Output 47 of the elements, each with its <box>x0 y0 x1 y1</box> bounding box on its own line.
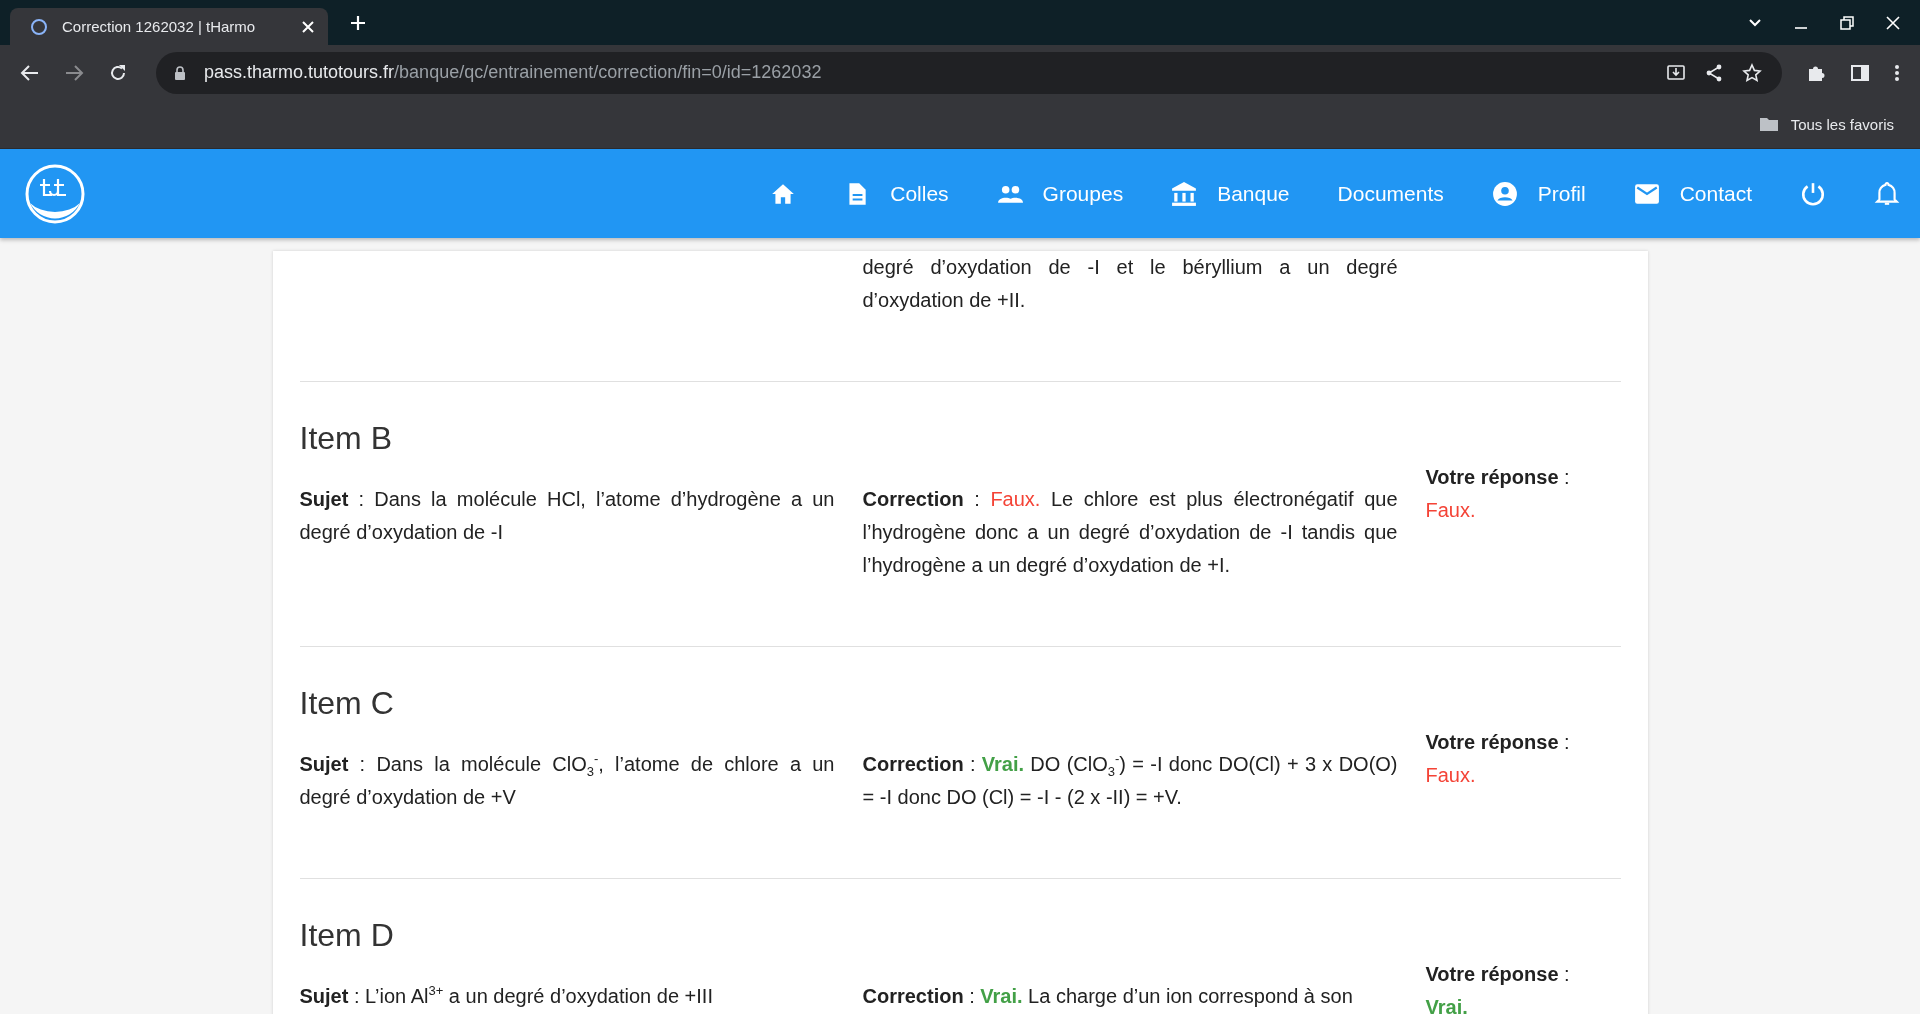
subject-text: Sujet : Dans la molécule ClO$_{3}$$^{-}$, l’atome de chlore a un degré d’oxydation de +V <box>299 750 835 810</box>
item-title: Item C <box>299 685 395 722</box>
bookmark-folder[interactable]: Tous les favoris <box>1758 115 1894 133</box>
close-icon[interactable] <box>302 20 314 33</box>
tab-title: Correction 1262032 | tHarmo <box>62 18 257 35</box>
nav-link[interactable]: Banque <box>1171 180 1290 207</box>
power-icon[interactable] <box>1800 180 1826 207</box>
plus-icon[interactable] <box>350 14 366 31</box>
answer-verdict: Vrai. <box>1425 995 1469 1014</box>
answer-verdict: Faux. <box>1425 498 1477 523</box>
share-icon[interactable] <box>1704 62 1724 83</box>
bank-icon <box>1171 180 1198 207</box>
item-title: Item D <box>299 917 395 954</box>
more-icon[interactable] <box>1894 62 1900 83</box>
account-icon <box>1491 180 1518 207</box>
restore-icon[interactable] <box>1840 15 1854 30</box>
lock-icon <box>174 65 186 80</box>
chevron-down-icon[interactable] <box>1748 17 1762 28</box>
correction-text: Correction : Vrai. DO (ClO$_{3}$$^{-}$) = -I donc DO(Cl) + 3 x DO(O) = -I donc DO (Cl) = -I - (2 x -II) = +V. <box>862 750 1398 810</box>
correction-text: degré d’oxydation de -I et le béryllium a un degré d’oxydation de +II. <box>862 255 1398 313</box>
close-icon[interactable] <box>1886 15 1900 30</box>
folder-icon <box>1758 116 1779 132</box>
subject-text: Sujet : L’ion Al$^{3+}$ a un degré d’oxydation de +III <box>299 982 714 1009</box>
back-icon[interactable] <box>20 62 40 83</box>
address-field[interactable]: pass.tharmo.tutotours.fr/banque/qc/entrainement/correction/fin=0/id=1262032 <box>156 51 1782 94</box>
nav-link[interactable]: Profil <box>1491 180 1586 207</box>
install-icon[interactable] <box>1666 62 1686 83</box>
globe-icon <box>30 17 48 36</box>
nav-link[interactable]: Colles <box>844 180 949 207</box>
item-title: Item B <box>299 420 393 457</box>
nav-link[interactable]: Documents <box>1337 181 1444 206</box>
browser-tab[interactable]: Correction 1262032 | tHarmo <box>10 8 328 45</box>
side-panel-icon[interactable] <box>1850 62 1870 83</box>
answer-verdict: Faux. <box>1425 763 1477 788</box>
bell-icon[interactable] <box>1874 180 1900 207</box>
reload-icon[interactable] <box>108 62 128 83</box>
nav-link[interactable]: Contact <box>1633 180 1752 207</box>
nav-link[interactable]: Groupes <box>996 180 1124 207</box>
forward-icon <box>64 62 84 83</box>
answer-label: Votre réponse : <box>1425 465 1571 490</box>
answer-label: Votre réponse : <box>1425 730 1571 755</box>
url-text: pass.tharmo.tutotours.fr/banque/qc/entrainement/correction/fin=0/id=1262032 <box>204 62 822 83</box>
subject-text: Sujet : Dans la molécule HCl, l’atome d’hydrogène a un degré d’oxydation de -I <box>299 487 835 545</box>
correction-text: Correction : Faux. Le chlore est plus électronégatif que l’hydrogène donc a un degré d’oxydation de -I tandis que l’hydrogène a un degré d’oxydation de +I. <box>862 487 1398 578</box>
answer-label: Votre réponse : <box>1425 962 1571 987</box>
correction-text: Correction : Vrai. La charge d’un ion correspond à son <box>862 984 1354 1009</box>
star-icon[interactable] <box>1742 62 1762 83</box>
